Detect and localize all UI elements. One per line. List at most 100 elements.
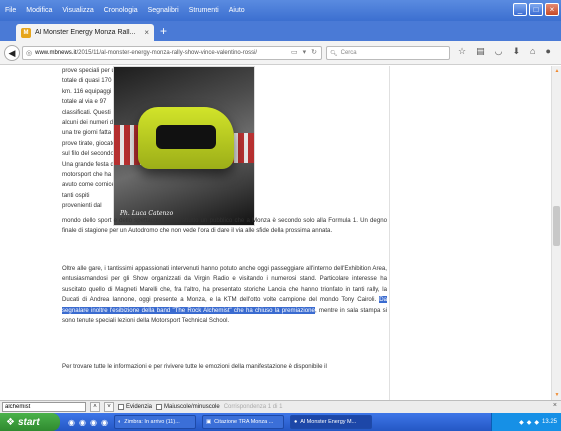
minimize-button[interactable]: _ [513, 3, 527, 16]
close-findbar-icon[interactable]: × [553, 402, 557, 409]
find-bar: ˄ ˅ Evidenzia Maiuscole/minuscole Corris… [0, 400, 561, 413]
back-arrow-icon: ◀ [8, 48, 16, 58]
taskbar-item-firefox[interactable]: ● Al Monster Energy M... [289, 415, 372, 429]
menu-visualizza[interactable]: Visualizza [57, 7, 98, 14]
text-line: totale di quasi 170 [62, 77, 112, 85]
match-case-checkbox[interactable]: Maiuscole/minuscole [156, 404, 220, 410]
system-tray: ◆ ◆ ◆ 13.25 [491, 413, 561, 431]
scroll-down-icon[interactable]: ▼ [552, 392, 561, 398]
taskbar-item-citazione[interactable]: ▣ Citazione TRA Monza ... [201, 415, 284, 429]
text-line: alcuni dei numeri di [62, 119, 115, 127]
globe-icon: ◎ [26, 50, 33, 57]
window-controls: _ □ × [513, 3, 559, 16]
quicklaunch-icon[interactable]: ◉ [68, 418, 75, 427]
scrollbar-thumb[interactable] [553, 206, 560, 246]
highlight-all-checkbox[interactable]: Evidenzia [118, 404, 152, 410]
windows-taskbar: ❖ start ◉ ◉ ◉ ◉ ◐ Zimbra: In arrivo (11).… [0, 413, 561, 431]
dropdown-icon[interactable]: ▾ [303, 48, 307, 56]
text-line: prove speciali per un [62, 67, 119, 74]
menu-strumenti[interactable]: Strumenti [184, 7, 224, 14]
bookmarks-list-icon[interactable]: ▤ [476, 46, 485, 57]
text-line: tanti ospiti [62, 191, 90, 199]
find-input[interactable] [2, 402, 86, 412]
sidebar-column [389, 66, 549, 400]
quicklaunch-icon[interactable]: ◉ [79, 418, 86, 427]
new-tab-button[interactable]: + [160, 25, 167, 37]
windows-logo-icon: ❖ [6, 416, 15, 428]
tab-article[interactable]: M Al Monster Energy Monza Rall... × [16, 24, 154, 41]
paragraph-2: Oltre alle gare, i tantissimi appassiona… [62, 264, 387, 326]
text-line: prove tirate, giocate [62, 139, 116, 147]
menu-file[interactable]: File [0, 7, 21, 14]
tab-close-icon[interactable]: × [144, 28, 149, 37]
search-placeholder: Cerca [340, 50, 357, 56]
app-icon: ◐ [117, 419, 122, 425]
reader-mode-icon[interactable]: ▭ [291, 48, 298, 56]
quicklaunch-icon[interactable]: ◉ [90, 418, 97, 427]
tab-title: Al Monster Energy Monza Rall... [35, 29, 136, 36]
checkbox-icon [156, 404, 163, 410]
toolbar-icons: ☆ ▤ ◡ ⬇ ⌂ ● ≡ [458, 46, 561, 57]
checkbox-icon [118, 404, 124, 410]
match-case-label: Maiuscole/minuscole [164, 404, 220, 410]
url-host: www.mbnews.it [35, 50, 77, 56]
navigation-bar: ◀ ◎ www.mbnews.it /2015/11/al-monster-en… [0, 41, 561, 65]
rally-car-photo: Ph. Luca Catenzo [113, 66, 255, 226]
menu-bar: File Modifica Visualizza Cronologia Segn… [0, 0, 561, 21]
text-line: Una grande festa del [62, 160, 119, 168]
text-line: km. 116 equipaggi in [62, 87, 118, 95]
tab-bar: M Al Monster Energy Monza Rall... × + [0, 21, 561, 41]
paragraph-2-text: Oltre alle gare, i tantissimi appassiona… [62, 265, 387, 304]
text-line: sul filo del secondo. [62, 150, 116, 158]
text-line: motorsport che ha [62, 171, 112, 179]
back-button[interactable]: ◀ [4, 45, 20, 61]
close-window-button[interactable]: × [545, 3, 559, 16]
bookmark-star-icon[interactable]: ☆ [458, 46, 466, 57]
task-label: Zimbra: In arrivo (11)... [124, 419, 180, 425]
url-path: /2015/11/al-monster-energy-monza-rally-s… [76, 50, 258, 56]
text-line: totale al via e 97 [62, 98, 107, 106]
taskbar-item-zimbra[interactable]: ◐ Zimbra: In arrivo (11)... [113, 415, 196, 429]
text-line: una tre giorni fatta di [62, 129, 118, 137]
menu-segnalibri[interactable]: Segnalibri [143, 7, 184, 14]
search-icon: 🔍︎ [330, 50, 338, 57]
menu-aiuto[interactable]: Aiuto [224, 7, 250, 14]
home-icon[interactable]: ⌂ [530, 46, 535, 57]
text-line: classificati. Questi [62, 108, 111, 116]
quick-launch: ◉ ◉ ◉ ◉ [68, 418, 108, 427]
firefox-icon: ● [293, 419, 298, 425]
quicklaunch-icon[interactable]: ◉ [101, 418, 108, 427]
paragraph-1: mondo dello sport e dello spettacolo e s… [62, 217, 387, 235]
clock: 13.25 [541, 419, 557, 425]
site-favicon-icon: M [21, 27, 31, 38]
text-line: avuto come cornice [62, 181, 115, 189]
menu-modifica[interactable]: Modifica [21, 7, 57, 14]
find-next-button[interactable]: ˅ [104, 402, 114, 412]
url-bar[interactable]: ◎ www.mbnews.it /2015/11/al-monster-ener… [22, 46, 322, 60]
start-button[interactable]: ❖ start [0, 413, 60, 431]
tray-icon[interactable]: ◆ [534, 419, 539, 426]
app-icon: ▣ [205, 419, 212, 425]
tray-icon[interactable]: ◆ [527, 419, 532, 426]
search-bar[interactable]: 🔍︎ Cerca [326, 46, 450, 60]
reload-icon[interactable]: ↻ [311, 48, 317, 56]
chat-icon[interactable]: ● [545, 46, 550, 57]
rally-car [138, 107, 234, 169]
text-line: provenienti dal [62, 202, 102, 210]
vertical-scrollbar[interactable]: ▲ ▼ [551, 66, 561, 400]
find-previous-button[interactable]: ˄ [90, 402, 100, 412]
article-body: prove speciali per un totale di quasi 17… [62, 66, 387, 400]
pocket-icon[interactable]: ◡ [495, 46, 503, 57]
task-label: Al Monster Energy M... [300, 419, 357, 425]
tray-icon[interactable]: ◆ [519, 419, 524, 426]
task-label: Citazione TRA Monza ... [214, 419, 274, 425]
paragraph-3: Per trovare tutte le informazioni e per … [62, 363, 327, 370]
scroll-up-icon[interactable]: ▲ [552, 68, 561, 74]
maximize-button[interactable]: □ [529, 3, 543, 16]
highlight-all-label: Evidenzia [126, 404, 153, 410]
match-count: Corrispondenza 1 di 1 [223, 404, 283, 410]
download-icon[interactable]: ⬇ [512, 46, 520, 57]
page-content: prove speciali per un totale di quasi 17… [0, 66, 561, 400]
menu-cronologia[interactable]: Cronologia [99, 7, 143, 14]
article-side-text: prove speciali per un totale di quasi 17… [62, 66, 119, 212]
